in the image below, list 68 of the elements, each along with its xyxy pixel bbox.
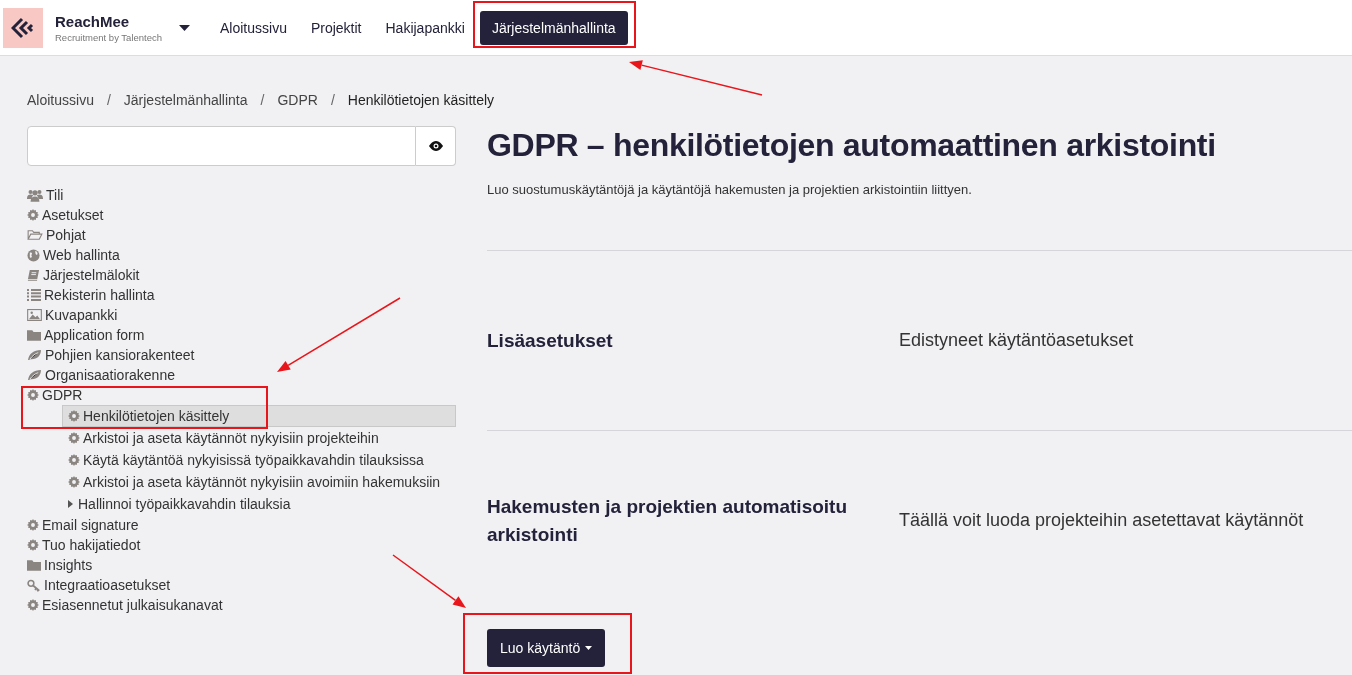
nav-tab[interactable]: Hakijapankki <box>373 10 477 45</box>
caret-icon[interactable] <box>179 24 190 31</box>
image-icon <box>27 309 42 321</box>
sidebar-item[interactable]: Rekisterin hallinta <box>27 285 456 305</box>
settings-icon <box>68 410 80 422</box>
folder-icon <box>27 559 41 571</box>
page-subtitle: Luo suostumuskäytäntöjä ja käytäntöjä hakemusten ja projektien arkistointiin liittyen. <box>487 182 973 197</box>
folder-icon <box>27 329 41 341</box>
leaf-icon <box>27 369 42 381</box>
sidebar-item[interactable]: Tili <box>27 185 456 205</box>
section-description: Edistyneet käytäntöasetukset <box>899 330 1134 351</box>
sidebar-item[interactable]: Asetukset <box>27 205 456 225</box>
visibility-toggle-button[interactable] <box>416 126 456 166</box>
breadcrumb-link[interactable]: Järjestelmänhallinta <box>123 92 248 108</box>
nav-tab[interactable]: Projektit <box>298 10 374 45</box>
sidebar-item[interactable]: Hallinnoi työpaikkavahdin tilauksia <box>62 493 456 515</box>
sidebar-item[interactable]: Pohjat <box>27 225 456 245</box>
sidebar-item[interactable]: Henkilötietojen käsittely <box>62 405 456 427</box>
sidebar-item[interactable]: Arkistoi ja aseta käytännöt nykyisiin projekteihin <box>62 427 456 449</box>
settings-icon <box>68 476 80 488</box>
leaf-icon <box>27 349 42 361</box>
folder-icon <box>27 229 43 241</box>
settings-icon <box>27 389 39 401</box>
caret-icon <box>585 646 593 650</box>
create-policy-button[interactable]: Luo käytäntö <box>487 629 606 667</box>
brand-tagline: Recruitment by Talentech <box>55 31 164 43</box>
sidebar-item[interactable]: Käytä käytäntöä nykyisissä työpaikkavahdin tilauksissa <box>62 449 456 471</box>
section-title: Hakemusten ja projektien automatisoitu arkistointi <box>487 494 849 547</box>
list-icon <box>27 289 41 301</box>
breadcrumb-separator: / <box>260 92 265 108</box>
sidebar-item[interactable]: Arkistoi ja aseta käytännöt nykyisiin avoimiin hakemuksiin <box>62 471 456 493</box>
settings-icon <box>27 519 39 531</box>
sidebar-item[interactable]: Tuo hakijatiedot <box>27 535 456 555</box>
settings-icon <box>27 599 39 611</box>
globe-icon <box>27 249 40 262</box>
sidebar-item[interactable]: GDPR <box>27 385 456 405</box>
sidebar-item[interactable]: Esiasennetut julkaisukanavat <box>27 595 456 615</box>
key-icon <box>27 579 41 592</box>
sidebar-item[interactable]: Pohjien kansiorakenteet <box>27 345 456 365</box>
settings-icon <box>68 432 80 444</box>
sidebar-item[interactable]: Insights <box>27 555 456 575</box>
sidebar-item[interactable]: Organisaatiorakenne <box>27 365 456 385</box>
settings-icon <box>27 209 39 221</box>
breadcrumb-separator: / <box>106 92 111 108</box>
sidebar-item[interactable]: Application form <box>27 325 456 345</box>
users-icon <box>27 189 43 202</box>
sidebar-item[interactable]: Web hallinta <box>27 245 456 265</box>
nav-tab[interactable]: Järjestelmänhallinta <box>479 10 628 45</box>
breadcrumb-link[interactable]: GDPR <box>277 92 318 108</box>
sidebar-item[interactable]: Järjestelmälokit <box>27 265 456 285</box>
breadcrumb-separator: / <box>330 92 335 108</box>
eye-icon <box>428 141 443 151</box>
settings-icon <box>68 454 80 466</box>
sidebar-item[interactable]: Kuvapankki <box>27 305 456 325</box>
settings-icon <box>27 539 39 551</box>
brand-logo[interactable] <box>3 7 43 48</box>
caret-icon <box>68 500 73 508</box>
book-icon <box>27 269 40 282</box>
breadcrumb-link[interactable]: Aloitussivu <box>27 92 94 108</box>
page-title: GDPR – henkilötietojen automaattinen arkistointi <box>487 126 1217 164</box>
sidebar-item[interactable]: Email signature <box>27 515 456 535</box>
section-description: Täällä voit luoda projekteihin asetettavat käytännöt <box>899 510 1304 531</box>
nav-tab[interactable]: Aloitussivu <box>208 10 299 45</box>
brand-name: ReachMee <box>55 12 131 30</box>
search-field[interactable] <box>27 126 416 166</box>
sidebar-item[interactable]: Integraatioasetukset <box>27 575 456 595</box>
section-title: Lisäasetukset <box>487 328 614 353</box>
breadcrumb-current: Henkilötietojen käsittely <box>347 92 495 108</box>
